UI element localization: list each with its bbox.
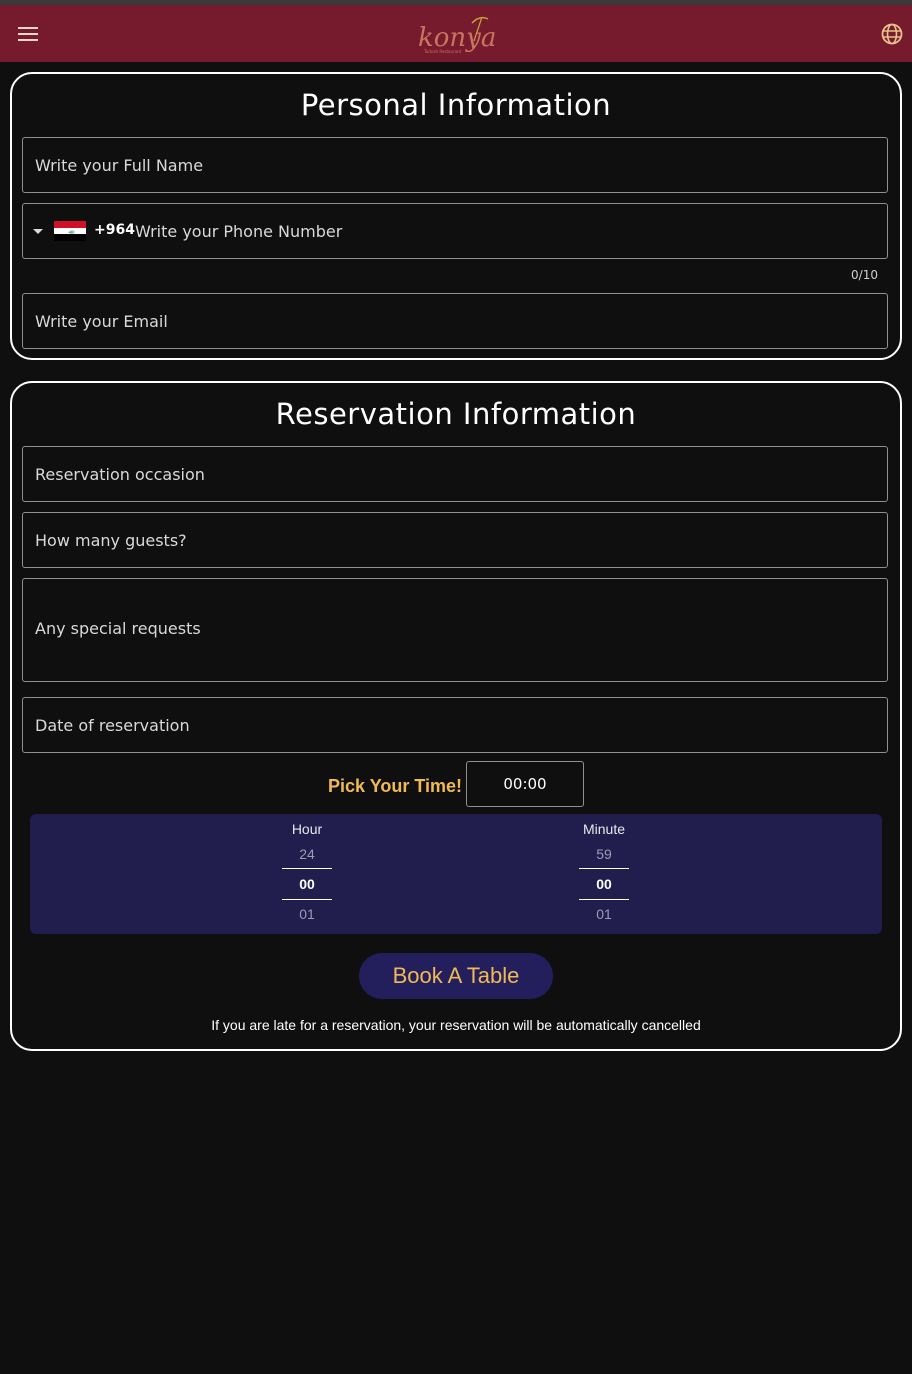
hour-selected[interactable]: 00 <box>282 868 332 900</box>
guests-input[interactable] <box>35 513 865 567</box>
date-input[interactable] <box>35 698 865 752</box>
caret-down-icon[interactable] <box>33 229 43 234</box>
special-requests-input[interactable] <box>35 619 865 641</box>
svg-text:ﷲ: ﷲ <box>69 229 75 235</box>
brand-logo[interactable]: konya Turkish Restaurant <box>410 13 500 55</box>
hour-next-option[interactable]: 01 <box>277 906 337 922</box>
hamburger-menu-icon[interactable] <box>18 27 38 43</box>
phone-character-counter: 0/10 <box>851 268 878 282</box>
minute-label: Minute <box>582 821 626 837</box>
full-name-field[interactable] <box>22 137 888 193</box>
app-bar: konya Turkish Restaurant <box>0 5 912 62</box>
date-field[interactable] <box>22 697 888 753</box>
special-requests-field[interactable] <box>22 578 888 682</box>
hour-column[interactable]: Hour 24 00 01 <box>277 814 337 934</box>
book-table-button[interactable]: Book A Table <box>359 953 553 999</box>
hour-prev-option[interactable]: 24 <box>277 846 337 862</box>
time-picker: Hour 24 00 01 Minute 59 00 01 <box>30 814 882 934</box>
minute-prev-option[interactable]: 59 <box>574 846 634 862</box>
minute-next-option[interactable]: 01 <box>574 906 634 922</box>
hour-label: Hour <box>291 821 323 837</box>
time-display[interactable]: 00:00 <box>466 761 584 807</box>
pick-time-label: Pick Your Time! <box>328 776 463 796</box>
globe-icon[interactable] <box>880 22 904 46</box>
late-cancellation-notice: If you are late for a reservation, your … <box>211 1017 701 1033</box>
personal-information-title: Personal Information <box>300 88 612 122</box>
full-name-input[interactable] <box>35 138 865 192</box>
occasion-input[interactable] <box>35 447 865 501</box>
minute-column[interactable]: Minute 59 00 01 <box>574 814 634 934</box>
svg-text:Turkish Restaurant: Turkish Restaurant <box>423 49 462 54</box>
phone-field[interactable]: ﷲ +964 <box>22 203 888 259</box>
phone-number-input[interactable] <box>135 204 855 258</box>
guests-field[interactable] <box>22 512 888 568</box>
email-field[interactable] <box>22 293 888 349</box>
email-input[interactable] <box>35 294 865 348</box>
minute-selected[interactable]: 00 <box>579 868 629 900</box>
personal-information-card: Personal Information ﷲ +964 0/10 <box>10 72 902 360</box>
dial-code: +964 <box>94 222 135 238</box>
reservation-information-card: Reservation Information Pick Your Time! … <box>10 381 902 1051</box>
iraq-flag-icon[interactable]: ﷲ <box>54 221 86 241</box>
reservation-information-title: Reservation Information <box>275 397 637 431</box>
occasion-field[interactable] <box>22 446 888 502</box>
